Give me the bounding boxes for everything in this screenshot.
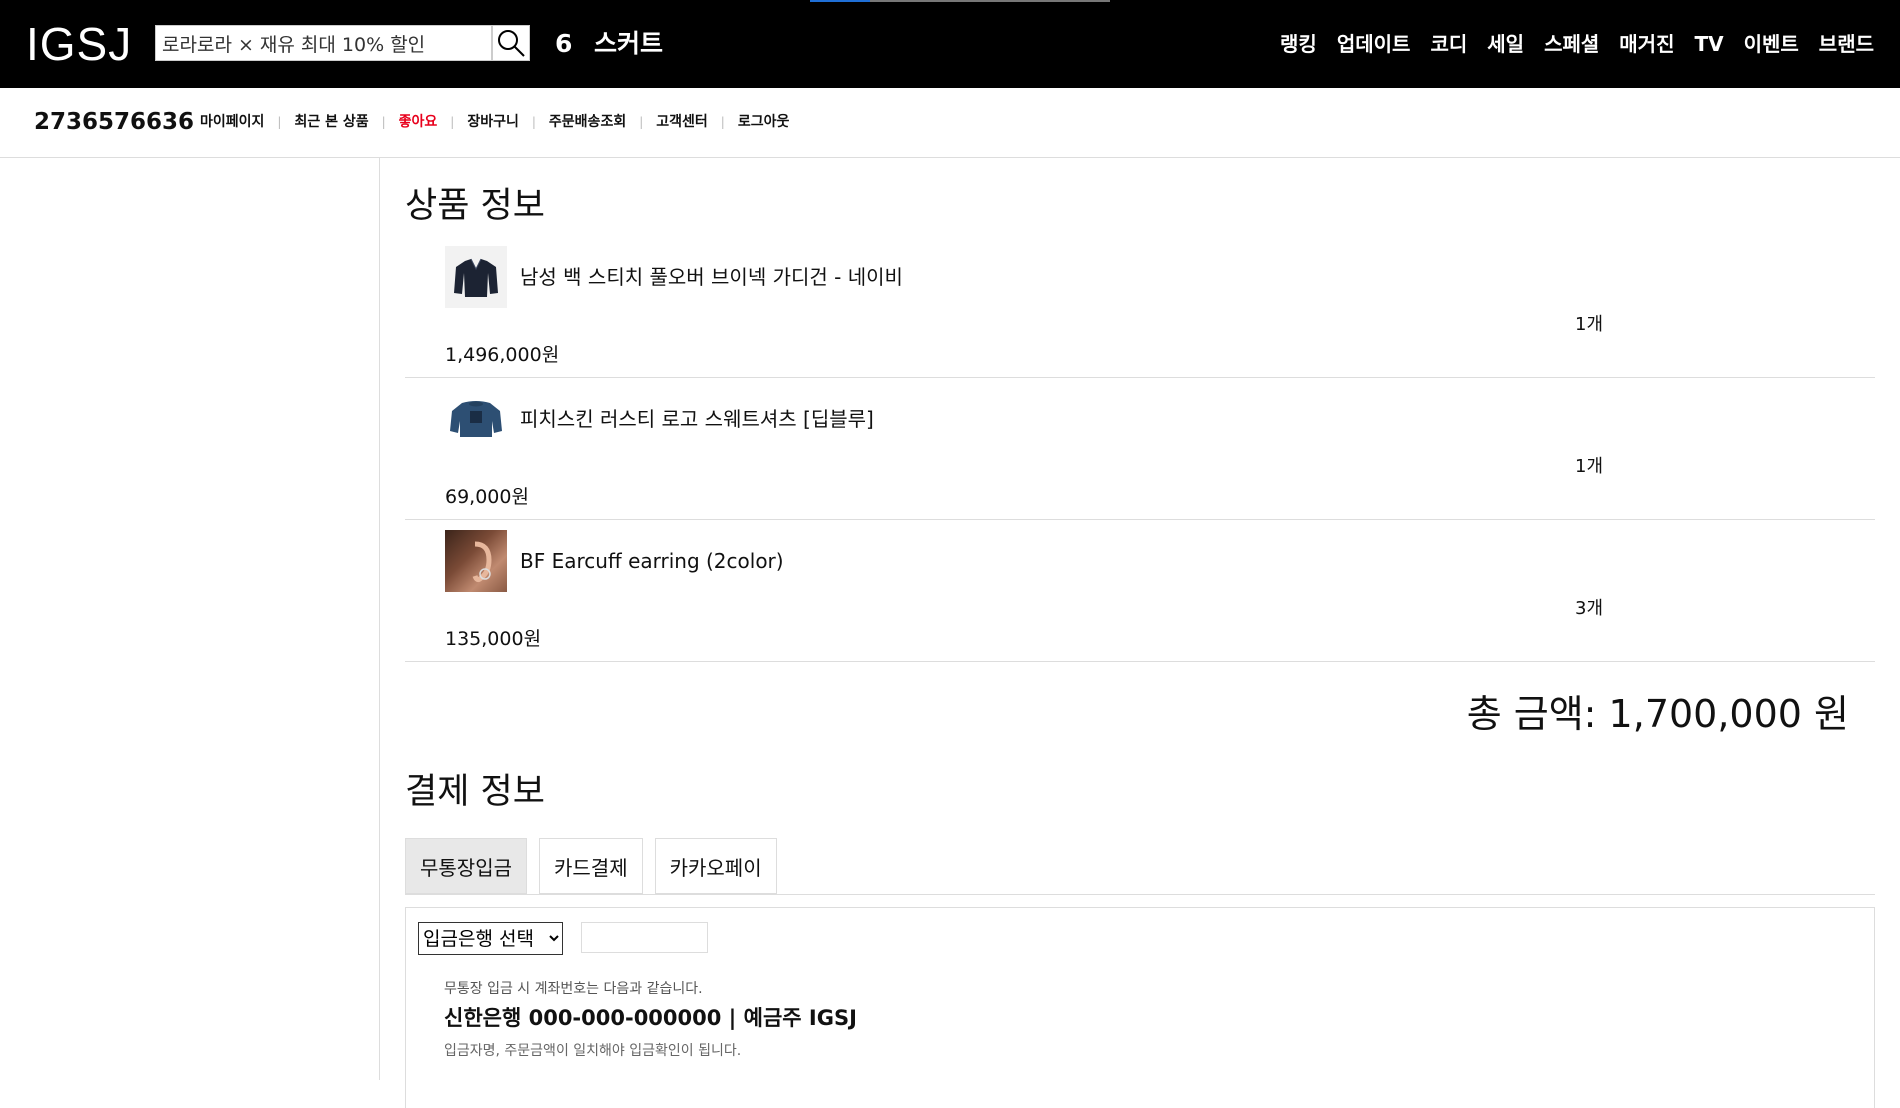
link-logout[interactable]: 로그아웃 [738,113,790,131]
depositor-input[interactable] [581,922,708,953]
separator: | [450,115,455,129]
top-header: IGSJ 6 스커트 랭킹 업데이트 코디 세일 스페셜 매거진 TV 이벤트 … [0,0,1900,88]
category-number: 6 [555,29,573,58]
product-name[interactable]: 남성 백 스티치 풀오버 브이넥 가디건 - 네이비 [520,264,903,290]
link-order-tracking[interactable]: 주문배송조회 [549,113,626,131]
earcuff-photo-image[interactable] [445,530,507,592]
nav-sale[interactable]: 세일 [1487,30,1524,58]
ear-icon [472,541,492,583]
nav-brand[interactable]: 브랜드 [1819,30,1874,58]
account-info: 신한은행 000-000-000000 | 예금주 IGSJ [444,1006,857,1030]
main-nav: 랭킹 업데이트 코디 세일 스페셜 매거진 TV 이벤트 브랜드 [1280,30,1874,58]
link-cart[interactable]: 장바구니 [467,113,519,131]
separator: | [277,115,282,129]
link-recent-viewed[interactable]: 최근 본 상품 [294,113,368,131]
order-total: 총 금액: 1,700,000 원 [1466,692,1849,736]
product-name[interactable]: BF Earcuff earring (2color) [520,548,784,574]
blue-sweatshirt-image[interactable] [445,388,507,450]
product-section-title: 상품 정보 [405,186,545,226]
tab-kakaopay[interactable]: 카카오페이 [654,838,777,894]
page-load-progress [810,0,1110,2]
user-id: 2736576636 [34,109,195,135]
nav-codi[interactable]: 코디 [1430,30,1467,58]
link-mypage[interactable]: 마이페이지 [200,113,264,131]
nav-tv[interactable]: TV [1694,30,1723,58]
category-name[interactable]: 스커트 [594,28,663,60]
user-links: 마이페이지 | 최근 본 상품 | 좋아요 | 장바구니 | 주문배송조회 | … [200,113,789,131]
sweatshirt-icon [450,401,502,437]
tab-bank-transfer[interactable]: 무통장입금 [405,838,527,894]
main-content: 상품 정보 남성 백 스티치 풀오버 브이넥 가디건 - 네이비 1개 1,49… [405,158,1875,1108]
separator: | [531,115,536,129]
deposit-warning: 입금자명, 주문금액이 일치해야 입금확인이 됩니다. [444,1043,742,1059]
product-qty: 1개 [1575,456,1604,477]
search-input[interactable] [156,26,491,60]
product-row: 남성 백 스티치 풀오버 브이넥 가디건 - 네이비 1개 1,496,000원 [405,236,1875,378]
bank-transfer-panel: 입금은행 선택 무통장 입금 시 계좌번호는 다음과 같습니다. 신한은행 00… [405,907,1875,1108]
nav-event[interactable]: 이벤트 [1744,30,1799,58]
separator: | [720,115,725,129]
product-price: 69,000원 [445,486,529,508]
product-price: 135,000원 [445,628,542,650]
product-row: BF Earcuff earring (2color) 3개 135,000원 [405,520,1875,662]
payment-section-title: 결제 정보 [405,772,545,812]
nav-magazine[interactable]: 매거진 [1619,30,1674,58]
nav-ranking[interactable]: 랭킹 [1280,30,1317,58]
link-likes[interactable]: 좋아요 [399,113,438,131]
product-qty: 3개 [1575,598,1604,619]
navy-cardigan-image[interactable] [445,246,507,308]
search-box[interactable] [155,25,492,61]
payment-tabs: 무통장입금 카드결제 카카오페이 [405,838,1875,894]
product-row: 피치스킨 러스티 로고 스웨트셔츠 [딥블루] 1개 69,000원 [405,378,1875,520]
cardigan-icon [454,258,498,297]
separator: | [639,115,644,129]
left-sidebar [0,158,380,1080]
nav-special[interactable]: 스페셜 [1544,30,1599,58]
account-note: 무통장 입금 시 계좌번호는 다음과 같습니다. [444,981,703,997]
separator: | [381,115,386,129]
link-customer-center[interactable]: 고객센터 [656,113,708,131]
nav-update[interactable]: 업데이트 [1337,30,1411,58]
site-logo[interactable]: IGSJ [26,18,132,70]
tab-card-payment[interactable]: 카드결제 [539,838,643,894]
product-name[interactable]: 피치스킨 러스티 로고 스웨트셔츠 [딥블루] [520,406,874,432]
search-icon [498,30,525,57]
bank-select[interactable]: 입금은행 선택 [418,922,563,955]
tab-divider [405,894,1875,895]
search-button[interactable] [492,25,530,61]
product-price: 1,496,000원 [445,344,560,366]
product-list: 남성 백 스티치 풀오버 브이넥 가디건 - 네이비 1개 1,496,000원… [405,236,1875,662]
product-qty: 1개 [1575,314,1604,335]
user-subnav: 2736576636 마이페이지 | 최근 본 상품 | 좋아요 | 장바구니 … [0,88,1900,158]
